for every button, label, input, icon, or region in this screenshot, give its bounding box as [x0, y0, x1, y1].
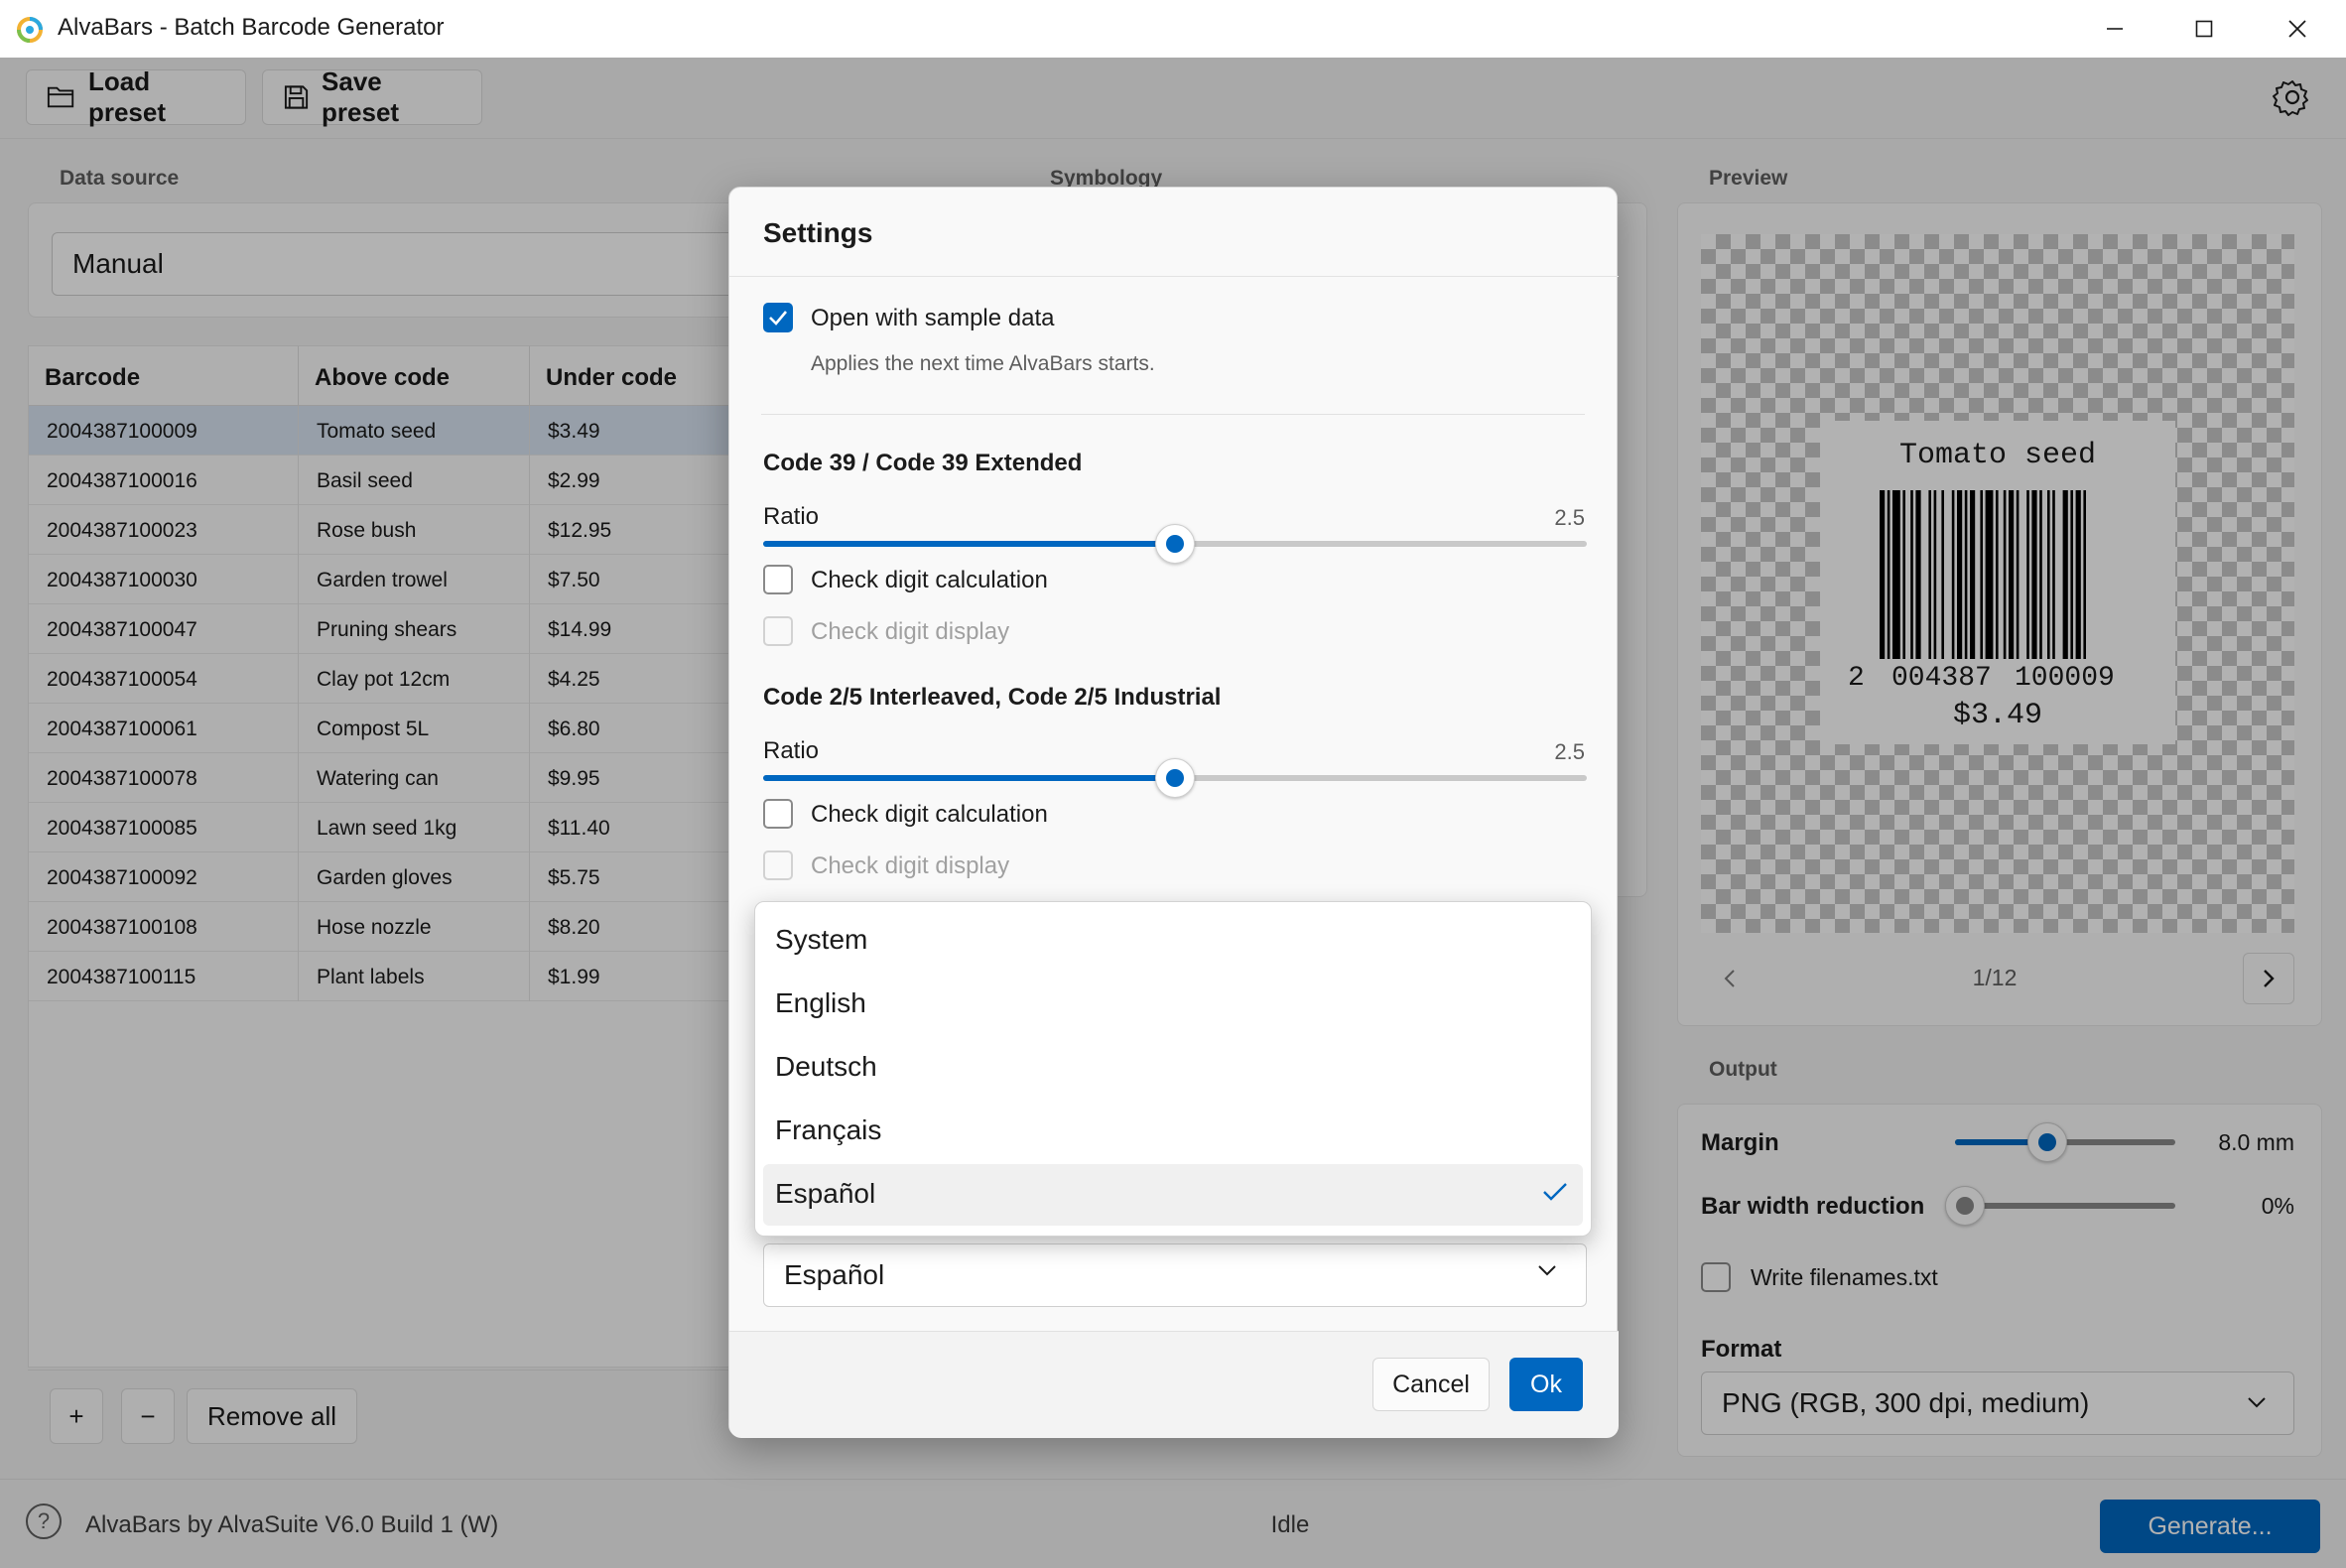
code25-ratio-value: 2.5	[1554, 739, 1585, 764]
title-bar: AlvaBars - Batch Barcode Generator	[0, 0, 2346, 58]
language-dropdown-menu: System English Deutsch Français Español	[754, 901, 1592, 1237]
language-option-espanol[interactable]: Español	[763, 1164, 1583, 1226]
dialog-footer: Cancel Ok	[729, 1331, 1619, 1438]
ok-button[interactable]: Ok	[1509, 1358, 1583, 1411]
code39-check-digit-calculation-checkbox[interactable]	[763, 565, 793, 594]
language-select[interactable]: Español	[763, 1243, 1587, 1307]
language-option-espanol-label: Español	[775, 1178, 876, 1209]
code39-ratio-slider-fill	[763, 541, 1175, 547]
minimize-icon	[2107, 28, 2123, 30]
code39-ratio-value: 2.5	[1554, 505, 1585, 530]
language-value: Español	[784, 1259, 885, 1290]
checkmark-icon	[769, 311, 787, 326]
maximize-button[interactable]	[2159, 0, 2249, 58]
close-button[interactable]	[2253, 0, 2342, 58]
chevron-down-icon	[1538, 1265, 1556, 1276]
app-window: AlvaBars - Batch Barcode Generator Load …	[0, 0, 2346, 1568]
code25-ratio-label: Ratio	[763, 737, 820, 764]
minimize-button[interactable]	[2070, 0, 2159, 58]
code39-check-digit-display-label: Check digit display	[811, 618, 1010, 645]
code39-heading: Code 39 / Code 39 Extended	[763, 450, 1083, 476]
code39-check-digit-display-checkbox	[763, 616, 793, 646]
code25-check-digit-calculation-checkbox[interactable]	[763, 799, 793, 829]
open-with-sample-data-hint: Applies the next time AlvaBars starts.	[811, 352, 1155, 375]
dialog-header: Settings	[729, 188, 1619, 277]
window-title: AlvaBars - Batch Barcode Generator	[58, 14, 445, 41]
code39-check-digit-calculation-label: Check digit calculation	[811, 567, 1048, 593]
settings-dialog: Settings Open with sample data Applies t…	[728, 187, 1619, 1438]
dialog-title: Settings	[763, 217, 873, 248]
checkmark-icon	[1543, 1183, 1567, 1201]
code39-ratio-slider-thumb[interactable]	[1155, 524, 1195, 564]
app-logo-icon	[17, 17, 43, 43]
language-option-deutsch[interactable]: Deutsch	[763, 1037, 1583, 1099]
code25-check-digit-display-checkbox	[763, 850, 793, 880]
open-with-sample-data-label: Open with sample data	[811, 305, 1055, 331]
code25-ratio-slider-fill	[763, 775, 1175, 781]
code25-ratio-slider-thumb[interactable]	[1155, 758, 1195, 798]
maximize-icon	[2195, 20, 2213, 38]
code25-check-digit-display-label: Check digit display	[811, 852, 1010, 879]
code25-check-digit-calculation-label: Check digit calculation	[811, 801, 1048, 828]
close-icon	[2288, 20, 2306, 38]
language-option-english[interactable]: English	[763, 974, 1583, 1035]
language-option-system[interactable]: System	[763, 910, 1583, 972]
code25-heading: Code 2/5 Interleaved, Code 2/5 Industria…	[763, 684, 1222, 711]
language-option-francais[interactable]: Français	[763, 1101, 1583, 1162]
code39-ratio-label: Ratio	[763, 503, 820, 530]
cancel-button[interactable]: Cancel	[1372, 1358, 1490, 1411]
open-with-sample-data-checkbox[interactable]	[763, 303, 793, 332]
divider	[761, 414, 1585, 415]
